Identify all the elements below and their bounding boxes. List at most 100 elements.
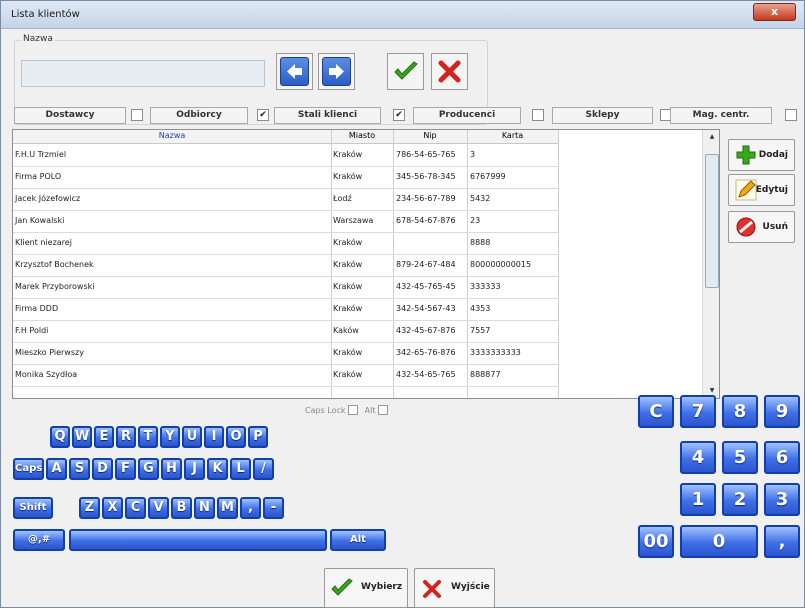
close-button[interactable]: x [753, 3, 796, 21]
table-row[interactable]: F.H Poldi Kaków 432-45-67-876 7557 [13, 321, 558, 343]
vertical-scrollbar[interactable]: ▲ ▼ [702, 130, 719, 398]
key-l[interactable]: L [230, 458, 251, 480]
key-s[interactable]: S [69, 458, 90, 480]
table-cell-nazwa: Klient niezarej [15, 238, 72, 247]
table-cell-nip: 345-56-78-345 [396, 172, 456, 181]
key-c[interactable]: C [125, 497, 146, 519]
confirm-button[interactable] [387, 53, 424, 90]
category-stali-klienci[interactable]: Stali klienci [274, 107, 381, 124]
symbols-key[interactable]: @,# [13, 529, 65, 551]
table-row[interactable]: Jacek Józefowicz Łodź 234-56-67-789 5432 [13, 189, 558, 211]
edit-button[interactable]: Edytuj [728, 174, 795, 206]
next-button[interactable] [318, 53, 355, 90]
category-producenci-checkbox[interactable] [532, 109, 544, 121]
category-dostawcy[interactable]: Dostawcy [14, 107, 126, 124]
table-row[interactable]: Marek Przyborowski Kraków 432-45-765-45 333… [13, 277, 558, 299]
exit-button[interactable]: Wyjście [414, 568, 495, 608]
column-header-karta[interactable]: Karta [467, 131, 558, 140]
column-header-nip[interactable]: Nip [393, 131, 467, 140]
key-j[interactable]: J [184, 458, 205, 480]
numpad-key-2[interactable]: 2 [722, 483, 758, 516]
numpad-key-00[interactable]: 00 [638, 525, 674, 558]
key-f[interactable]: F [115, 458, 136, 480]
key-slash[interactable]: / [253, 458, 274, 480]
key-a[interactable]: A [46, 458, 67, 480]
table-cell-nazwa: F.H.U Trzmiel [15, 150, 67, 159]
cross-icon [423, 580, 441, 598]
alt-checkbox[interactable] [378, 405, 389, 415]
key-w[interactable]: W [72, 426, 92, 448]
previous-button[interactable] [276, 53, 313, 90]
table-cell-karta: 8888 [470, 238, 491, 247]
numpad-key-3[interactable]: 3 [764, 483, 800, 516]
key-v[interactable]: V [148, 497, 169, 519]
table-row[interactable]: F.H.U Trzmiel Kraków 786-54-65-765 3 [13, 145, 558, 167]
numpad-key-clear[interactable]: C [638, 395, 674, 428]
add-button[interactable]: Dodaj [728, 139, 795, 171]
table-row[interactable]: Klient niezarej Kraków 8888 [13, 233, 558, 255]
category-odbiorcy[interactable]: Odbiorcy [150, 107, 248, 124]
select-button[interactable]: Wybierz [324, 568, 408, 608]
key-z[interactable]: Z [79, 497, 100, 519]
category-mag-centr[interactable]: Mag. centr. [670, 107, 772, 124]
numpad-key-5[interactable]: 5 [722, 441, 758, 474]
alt-key[interactable]: Alt [330, 529, 386, 551]
table-cell-nazwa: Mieszko Pierwszy [15, 348, 84, 357]
numpad-key-4[interactable]: 4 [680, 441, 716, 474]
delete-button[interactable]: Usuń [728, 211, 795, 243]
exit-button-label: Wyjście [451, 582, 490, 592]
cancel-button[interactable] [431, 53, 468, 90]
category-mag-centr-checkbox[interactable] [785, 109, 797, 121]
scroll-up-icon[interactable]: ▲ [703, 130, 719, 144]
key-n[interactable]: N [194, 497, 215, 519]
key-i[interactable]: I [204, 426, 224, 448]
table-cell-miasto: Warszawa [333, 216, 374, 225]
key-q[interactable]: Q [50, 426, 70, 448]
key-r[interactable]: R [116, 426, 136, 448]
category-dostawcy-checkbox[interactable] [131, 109, 143, 121]
scrollbar-thumb[interactable] [705, 154, 719, 288]
category-stali-klienci-checkbox[interactable]: ✔ [393, 109, 405, 121]
category-sklepy[interactable]: Sklepy [552, 107, 653, 124]
key-k[interactable]: K [207, 458, 228, 480]
key-o[interactable]: O [226, 426, 246, 448]
key-p[interactable]: P [248, 426, 268, 448]
category-producenci[interactable]: Producenci [413, 107, 521, 124]
numpad-key-7[interactable]: 7 [680, 395, 716, 428]
numpad-key-1[interactable]: 1 [680, 483, 716, 516]
caps-lock-checkbox[interactable] [348, 405, 359, 415]
shift-key[interactable]: Shift [13, 497, 53, 519]
table-row[interactable]: Krzysztof Bochenek Kraków 879-24-67-484 800… [13, 255, 558, 277]
key-u[interactable]: U [182, 426, 202, 448]
caps-key[interactable]: Caps [13, 458, 44, 480]
category-odbiorcy-checkbox[interactable]: ✔ [257, 109, 269, 121]
numpad-key-6[interactable]: 6 [764, 441, 800, 474]
table-row[interactable]: Mieszko Pierwszy Kraków 342-65-76-876 33333… [13, 343, 558, 365]
numpad-key-comma[interactable]: , [764, 525, 800, 558]
key-minus[interactable]: - [263, 497, 284, 519]
key-g[interactable]: G [138, 458, 159, 480]
key-y[interactable]: Y [160, 426, 180, 448]
numpad-key-0[interactable]: 0 [680, 525, 758, 558]
key-comma[interactable]: , [240, 497, 261, 519]
numpad-key-9[interactable]: 9 [764, 395, 800, 428]
key-d[interactable]: D [92, 458, 113, 480]
name-search-input[interactable] [21, 60, 265, 87]
table-cell-nazwa: Marek Przyborowski [15, 282, 95, 291]
table-row[interactable]: Firma DDD Kraków 342-54-567-43 4353 [13, 299, 558, 321]
key-t[interactable]: T [138, 426, 158, 448]
column-header-miasto[interactable]: Miasto [331, 131, 393, 140]
key-e[interactable]: E [94, 426, 114, 448]
table-row[interactable]: Firma POLO Kraków 345-56-78-345 6767999 [13, 167, 558, 189]
space-key[interactable] [69, 529, 327, 551]
table-row[interactable]: Monika Szydłoa Kraków 432-54-65-765 888877 [13, 365, 558, 387]
key-h[interactable]: H [161, 458, 182, 480]
checkmark-icon [331, 578, 353, 596]
key-b[interactable]: B [171, 497, 192, 519]
numpad-key-8[interactable]: 8 [722, 395, 758, 428]
column-header-nazwa[interactable]: Nazwa [13, 131, 331, 140]
key-m[interactable]: M [217, 497, 238, 519]
key-x[interactable]: X [102, 497, 123, 519]
table-header: Nazwa Miasto Nip Karta [13, 130, 558, 144]
table-row[interactable]: Jan Kowalski Warszawa 678-54-67-876 23 [13, 211, 558, 233]
